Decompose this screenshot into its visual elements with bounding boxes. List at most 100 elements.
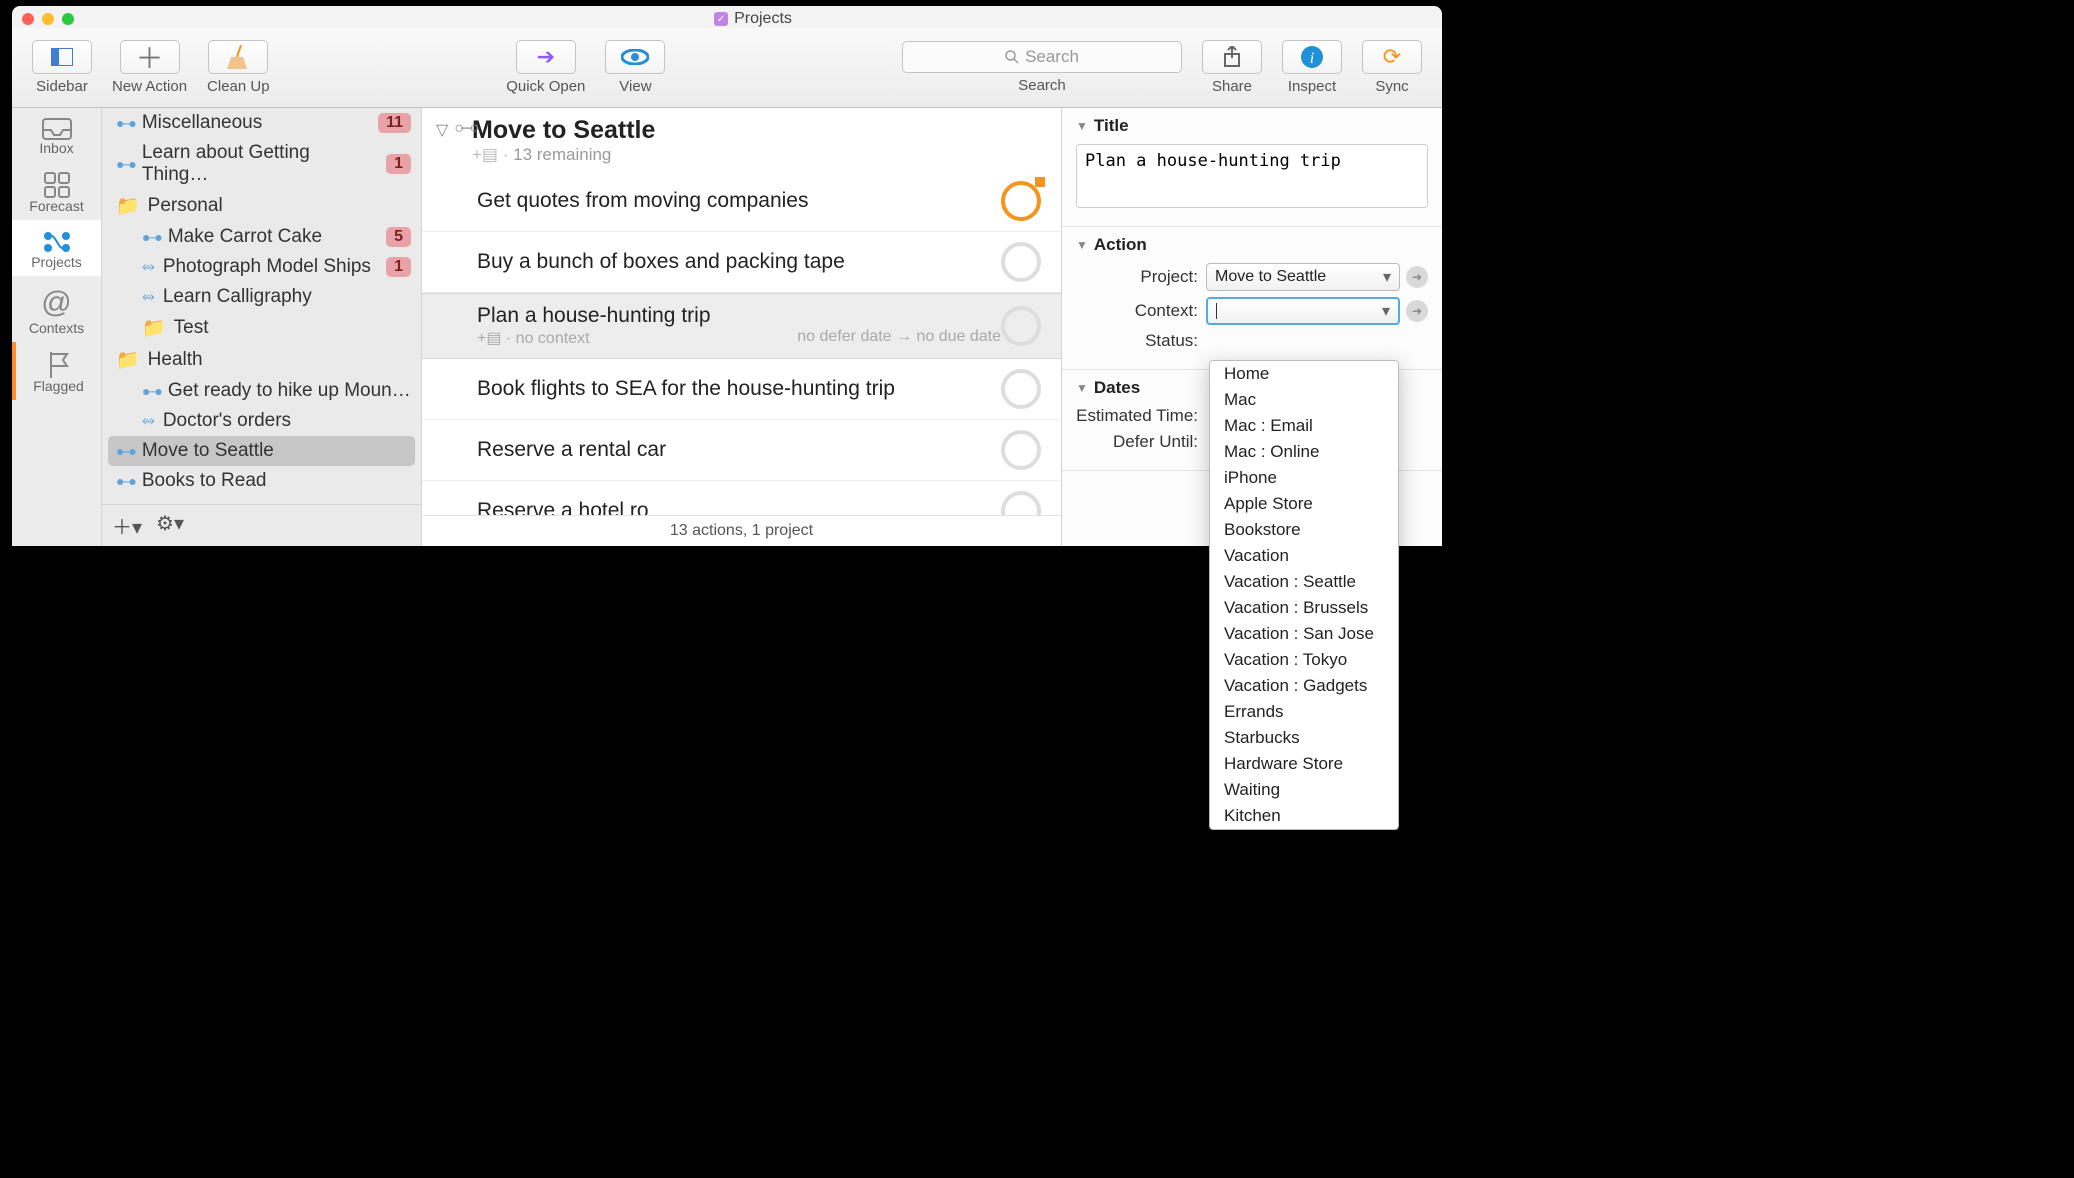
title-field[interactable] xyxy=(1076,144,1428,208)
sidebar-item[interactable]: ⥈Doctor's orders xyxy=(102,406,421,436)
folder-icon: 📁 xyxy=(116,194,140,218)
context-label: Context: xyxy=(1076,301,1206,321)
view-button[interactable]: View xyxy=(605,40,665,95)
sequential-icon: ●─● xyxy=(142,383,160,399)
status-circle[interactable] xyxy=(1001,491,1041,515)
context-option[interactable]: Work xyxy=(1210,829,1398,830)
search-input[interactable]: Search xyxy=(902,41,1182,73)
context-option[interactable]: Starbucks xyxy=(1210,725,1398,751)
folder-icon: 📁 xyxy=(142,316,166,340)
sidebar-item-label: Personal xyxy=(148,195,223,217)
sidebar-button[interactable]: Sidebar xyxy=(32,40,92,95)
inspector-title-header[interactable]: Title xyxy=(1076,116,1428,136)
project-go-icon[interactable]: ➜ xyxy=(1406,266,1428,288)
context-option[interactable]: Errands xyxy=(1210,699,1398,725)
context-option[interactable]: Mac : Online xyxy=(1210,439,1398,465)
folder-icon: 📁 xyxy=(116,348,140,372)
app-icon: ✓ xyxy=(714,12,728,26)
new-action-button[interactable]: ＋ New Action xyxy=(112,40,187,95)
sequential-icon: ●─● xyxy=(116,115,134,131)
app-window: ✓ Projects Sidebar ＋ New Action Clean Up… xyxy=(12,6,1442,546)
sequential-icon: ●─● xyxy=(142,229,160,245)
action-row[interactable]: Reserve a rental car xyxy=(422,420,1061,481)
sidebar-item[interactable]: ●─● Books to Read xyxy=(102,466,421,496)
sidebar-item[interactable]: ⥈Photograph Model Ships1 xyxy=(102,252,421,282)
context-option[interactable]: Bookstore xyxy=(1210,517,1398,543)
context-option[interactable]: iPhone xyxy=(1210,465,1398,491)
traffic-lights xyxy=(22,13,74,25)
context-dropdown[interactable]: HomeMacMac : EmailMac : OnlineiPhoneAppl… xyxy=(1209,360,1399,830)
action-row[interactable]: Buy a bunch of boxes and packing tape xyxy=(422,232,1061,293)
sequential-icon: ●─● xyxy=(116,473,134,489)
context-select[interactable] xyxy=(1206,297,1400,325)
outline-expand-icons[interactable]: ▽ ○─○ xyxy=(436,120,476,140)
sidebar-item-label: Learn Calligraphy xyxy=(163,286,312,308)
sidebar-item[interactable]: ●─●Get ready to hike up Moun… xyxy=(102,376,421,406)
context-option[interactable]: Mac xyxy=(1210,387,1398,413)
sidebar-item-label: Miscellaneous xyxy=(142,112,262,134)
status-circle[interactable] xyxy=(1001,306,1041,346)
zoom-icon[interactable] xyxy=(62,13,74,25)
grid-icon xyxy=(44,172,70,198)
project-sidebar: ●─● Miscellaneous 11 ●─●Learn about Getting… xyxy=(102,108,422,546)
gear-icon[interactable]: ⚙▾ xyxy=(156,511,184,540)
rail-projects[interactable]: Projects xyxy=(12,220,101,276)
status-circle[interactable] xyxy=(1001,430,1041,470)
action-row[interactable]: Book flights to SEA for the house-huntin… xyxy=(422,359,1061,420)
sidebar-item[interactable]: ●─●Learn about Getting Thing…1 xyxy=(102,138,421,190)
at-icon: @ xyxy=(41,286,71,320)
add-icon[interactable]: ＋▾ xyxy=(112,511,142,540)
context-option[interactable]: Vacation : San Jose xyxy=(1210,621,1398,647)
context-option[interactable]: Apple Store xyxy=(1210,491,1398,517)
context-option[interactable]: Waiting xyxy=(1210,777,1398,803)
rail-flagged[interactable]: Flagged xyxy=(12,342,101,400)
rail-contexts[interactable]: @ Contexts xyxy=(12,276,101,342)
status-circle[interactable] xyxy=(1001,181,1041,221)
action-row[interactable]: Reserve a hotel ro xyxy=(422,481,1061,515)
rail-inbox[interactable]: Inbox xyxy=(12,108,101,162)
action-title: Plan a house-hunting trip xyxy=(477,304,1001,328)
context-option[interactable]: Vacation : Brussels xyxy=(1210,595,1398,621)
sidebar-item[interactable]: ●─●Make Carrot Cake5 xyxy=(102,222,421,252)
project-label: Project: xyxy=(1076,267,1206,287)
share-button[interactable]: Share xyxy=(1202,40,1262,95)
inspector-action-header[interactable]: Action xyxy=(1076,235,1428,255)
sidebar-item-label: Books to Read xyxy=(142,470,267,492)
sidebar-item-label: Move to Seattle xyxy=(142,440,274,462)
cleanup-button[interactable]: Clean Up xyxy=(207,40,270,95)
action-row[interactable]: Get quotes from moving companies xyxy=(422,171,1061,232)
main-outline: ▽ ○─○ Move to Seattle +▤ · 13 remaining … xyxy=(422,108,1062,546)
sync-button[interactable]: ⟳ Sync xyxy=(1362,40,1422,95)
context-go-icon[interactable]: ➜ xyxy=(1406,300,1428,322)
count-badge: 1 xyxy=(386,257,411,277)
context-option[interactable]: Vacation xyxy=(1210,543,1398,569)
svg-text:i: i xyxy=(1310,50,1314,67)
context-option[interactable]: Mac : Email xyxy=(1210,413,1398,439)
sidebar-item[interactable]: ⥈Learn Calligraphy xyxy=(102,282,421,312)
sidebar-item-label: Make Carrot Cake xyxy=(168,226,322,248)
quick-open-button[interactable]: ➔ Quick Open xyxy=(506,40,585,95)
status-circle[interactable] xyxy=(1001,242,1041,282)
inspect-button[interactable]: i Inspect xyxy=(1282,40,1342,95)
close-icon[interactable] xyxy=(22,13,34,25)
projects-icon xyxy=(42,230,72,254)
context-option[interactable]: Vacation : Seattle xyxy=(1210,569,1398,595)
action-title: Reserve a hotel ro xyxy=(477,499,1001,515)
context-option[interactable]: Home xyxy=(1210,361,1398,387)
context-option[interactable]: Vacation : Tokyo xyxy=(1210,647,1398,673)
action-row[interactable]: Plan a house-hunting trip+▤ · no context… xyxy=(422,293,1061,359)
minimize-icon[interactable] xyxy=(42,13,54,25)
context-option[interactable]: Kitchen xyxy=(1210,803,1398,829)
sidebar-item[interactable]: ●─● Miscellaneous 11 xyxy=(102,108,421,138)
window-title: ✓ Projects xyxy=(74,10,1432,28)
sidebar-item[interactable]: 📁 Personal xyxy=(102,190,421,222)
sidebar-item[interactable]: ●─●Move to Seattle xyxy=(108,436,415,466)
status-circle[interactable] xyxy=(1001,369,1041,409)
project-select[interactable]: Move to Seattle xyxy=(1206,263,1400,291)
count-badge: 11 xyxy=(378,113,411,133)
sidebar-item[interactable]: 📁Test xyxy=(102,312,421,344)
sidebar-item[interactable]: 📁Health xyxy=(102,344,421,376)
context-option[interactable]: Hardware Store xyxy=(1210,751,1398,777)
context-option[interactable]: Vacation : Gadgets xyxy=(1210,673,1398,699)
rail-forecast[interactable]: Forecast xyxy=(12,162,101,220)
